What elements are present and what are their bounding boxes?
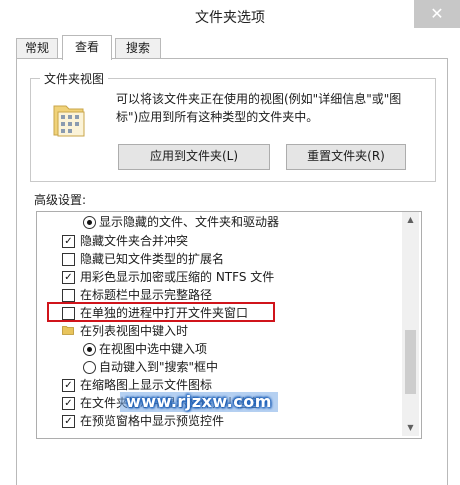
checkbox-checked[interactable]: ✓ [62,271,75,284]
reset-folders-button[interactable]: 重置文件夹(R) [286,144,406,170]
scroll-up-icon[interactable]: ▲ [402,212,419,228]
list-item[interactable]: ✓ 隐藏文件夹合并冲突 [37,232,403,250]
folder-view-icon [53,105,85,137]
checkbox[interactable] [62,307,75,320]
tab-view[interactable]: 查看 [62,35,112,60]
folder-icon [62,326,74,335]
list-item[interactable]: 在视图中选中键入项 [37,340,403,358]
scroll-down-icon[interactable]: ▼ [402,420,419,436]
folder-views-description: 可以将该文件夹正在使用的视图(例如"详细信息"或"图标")应用到所有这种类型的文… [116,92,402,124]
apply-to-folders-button[interactable]: 应用到文件夹(L) [118,144,270,170]
window-title: 文件夹选项 [195,10,265,26]
list-item[interactable]: 在标题栏中显示完整路径 [37,286,403,304]
checkbox-checked[interactable]: ✓ [62,397,75,410]
checkbox[interactable] [62,253,75,266]
list-item: 在列表视图中键入时 [37,322,403,340]
radio-button[interactable] [83,216,96,229]
scrollbar[interactable]: ▲ ▼ [402,212,419,436]
tab-search[interactable]: 搜索 [115,38,161,59]
close-icon: ✕ [430,4,444,23]
list-item[interactable]: 显示隐藏的文件、文件夹和驱动器 [37,213,403,231]
radio-button[interactable] [83,361,96,374]
close-button[interactable]: ✕ [414,0,460,28]
list-item[interactable]: ✓ 在预览窗格中显示预览控件 [37,412,403,430]
checkbox-checked[interactable]: ✓ [62,415,75,428]
list-item[interactable]: 隐藏已知文件类型的扩展名 [37,250,403,268]
checkbox-checked[interactable]: ✓ [62,235,75,248]
list-item[interactable]: ✓ 用彩色显示加密或压缩的 NTFS 文件 [37,268,403,286]
list-item[interactable]: 自动键入到"搜索"框中 [37,358,403,376]
checkbox-checked[interactable]: ✓ [62,379,75,392]
title-bar: 文件夹选项 ✕ [0,0,460,32]
watermark: www.rjzxw.com [120,392,278,412]
checkbox[interactable] [62,289,75,302]
advanced-settings-label: 高级设置: [34,193,87,207]
list-item-open-separate-process[interactable]: 在单独的进程中打开文件夹窗口 [37,304,403,322]
scrollbar-thumb[interactable] [405,330,416,394]
folder-views-legend: 文件夹视图 [40,70,109,87]
tab-general[interactable]: 常规 [16,38,58,59]
radio-button[interactable] [83,343,96,356]
